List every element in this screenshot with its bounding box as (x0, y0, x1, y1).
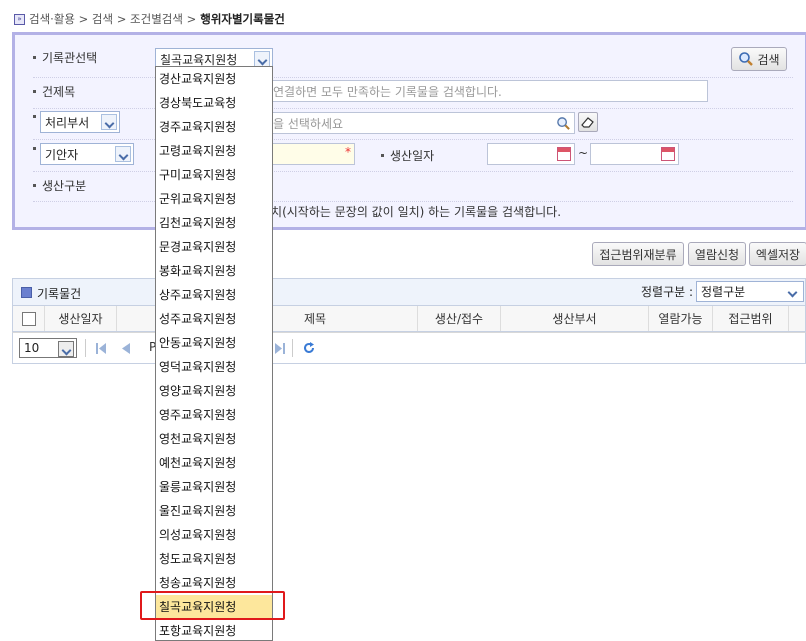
search-icon (739, 52, 754, 66)
search-hint: 일치(시작하는 문장의 값이 일치) 하는 기록물을 검색합니다. (260, 205, 562, 219)
breadcrumb-current: 행위자별기록물건 (200, 12, 285, 26)
date-label: 생산일자 (381, 147, 434, 164)
dropdown-option[interactable]: 울릉교육지원청 (156, 475, 272, 499)
dropdown-option[interactable]: 군위교육지원청 (156, 187, 272, 211)
dropdown-option[interactable]: 영주교육지원청 (156, 403, 272, 427)
column-dept[interactable]: 생산부서 (501, 306, 649, 331)
institution-select-value: 칠곡교육지원청 (160, 52, 238, 67)
column-date[interactable]: 생산일자 (45, 306, 117, 331)
last-page-icon[interactable] (275, 343, 285, 354)
dropdown-option[interactable]: 고령교육지원청 (156, 139, 272, 163)
chevron-down-icon[interactable] (101, 114, 117, 130)
date-separator: ~ (578, 146, 589, 160)
refresh-icon[interactable] (302, 341, 316, 355)
search-button-label: 검색 (757, 52, 780, 67)
select-all-checkbox[interactable] (21, 311, 36, 326)
first-page-icon[interactable] (96, 343, 106, 354)
sort-select[interactable]: 정렬구분 (696, 281, 804, 302)
prev-page-icon[interactable] (122, 343, 130, 354)
date-to-input[interactable] (590, 143, 679, 165)
dropdown-option[interactable]: 성주교육지원청 (156, 307, 272, 331)
access-reclass-button[interactable]: 접근범위재분류 (592, 242, 684, 266)
title-input-placeholder: 연결하면 모두 만족하는 기록물을 검색합니다. (273, 84, 502, 99)
eraser-icon (581, 117, 594, 128)
drafter-select[interactable]: 기안자 (40, 143, 134, 165)
breadcrumb-path[interactable]: 검색·활용 > 검색 > 조건별검색 > (29, 11, 196, 27)
dropdown-option[interactable]: 경주교육지원청 (156, 115, 272, 139)
dropdown-option[interactable]: 의성교육지원청 (156, 523, 272, 547)
highlight-box (140, 591, 285, 620)
chevron-down-icon[interactable] (115, 146, 131, 162)
breadcrumb-icon: » (14, 13, 25, 25)
dropdown-option[interactable]: 봉화교육지원청 (156, 259, 272, 283)
calendar-icon[interactable] (557, 147, 571, 161)
dropdown-option[interactable]: 문경교육지원청 (156, 235, 272, 259)
eraser-button[interactable] (578, 112, 598, 132)
grid-column-header: 생산일자 제목 생산/접수 생산부서 열람가능 접근범위 (12, 306, 806, 332)
list-icon (21, 287, 32, 298)
column-type[interactable]: 생산/접수 (417, 306, 501, 331)
column-title-label: 제목 (303, 312, 327, 326)
page-size-select[interactable]: 10 (19, 338, 77, 358)
grid-header: 기록물건 정렬구분 : 정렬구분 (12, 278, 806, 306)
dropdown-option[interactable]: 상주교육지원청 (156, 283, 272, 307)
required-mark: * (345, 145, 351, 159)
institution-label: 기록관선택 (33, 49, 97, 66)
search-icon[interactable] (556, 116, 571, 131)
dept-select-value: 처리부서 (45, 115, 90, 130)
column-access[interactable]: 접근범위 (713, 306, 789, 331)
breadcrumb: » 검색·활용 > 검색 > 조건별검색 > 행위자별기록물건 (14, 11, 285, 27)
chevron-down-icon[interactable] (254, 51, 270, 67)
dropdown-option[interactable]: 구미교육지원청 (156, 163, 272, 187)
dropdown-option[interactable]: 예천교육지원청 (156, 451, 272, 475)
dropdown-option[interactable]: 김천교육지원청 (156, 211, 272, 235)
page-size-value: 10 (24, 341, 40, 355)
dropdown-option[interactable]: 영천교육지원청 (156, 427, 272, 451)
search-button[interactable]: 검색 (731, 47, 787, 71)
chevron-down-icon[interactable] (58, 341, 74, 357)
date-from-input[interactable] (487, 143, 575, 165)
column-viewable[interactable]: 열람가능 (649, 306, 713, 331)
dropdown-option[interactable]: 안동교육지원청 (156, 331, 272, 355)
dept-select[interactable]: 처리부서 (40, 111, 120, 133)
dropdown-option[interactable]: 청도교육지원청 (156, 547, 272, 571)
sort-label: 정렬구분 : (641, 285, 694, 299)
excel-save-button[interactable]: 엑셀저장 (749, 242, 806, 266)
grid-title: 기록물건 (37, 287, 82, 301)
view-request-button[interactable]: 열람신청 (688, 242, 746, 266)
dropdown-option[interactable]: 울진교육지원청 (156, 499, 272, 523)
search-panel: 기록관선택 칠곡교육지원청 검색 건제목 연결하면 모두 만족하는 기록물을 검… (12, 32, 806, 230)
calendar-icon[interactable] (661, 147, 675, 161)
dropdown-option[interactable]: 영양교육지원청 (156, 379, 272, 403)
sort-select-value: 정렬구분 (701, 285, 746, 299)
dropdown-option[interactable]: 포항교육지원청 (156, 619, 272, 641)
dropdown-option[interactable]: 경산교육지원청 (156, 67, 272, 91)
pager: 10 P (12, 332, 806, 364)
chevron-down-icon[interactable] (785, 284, 801, 300)
dropdown-option[interactable]: 경상북도교육청 (156, 91, 272, 115)
dropdown-option[interactable]: 영덕교육지원청 (156, 355, 272, 379)
dept-input-placeholder: 을 선택하세요 (273, 116, 344, 131)
type-label: 생산구분 (33, 177, 86, 194)
title-label: 건제목 (33, 83, 75, 100)
institution-dropdown-list: 경산교육지원청 경상북도교육청 경주교육지원청 고령교육지원청 구미교육지원청 … (155, 66, 273, 641)
select-all-cell (13, 306, 45, 331)
drafter-select-value: 기안자 (45, 147, 79, 162)
